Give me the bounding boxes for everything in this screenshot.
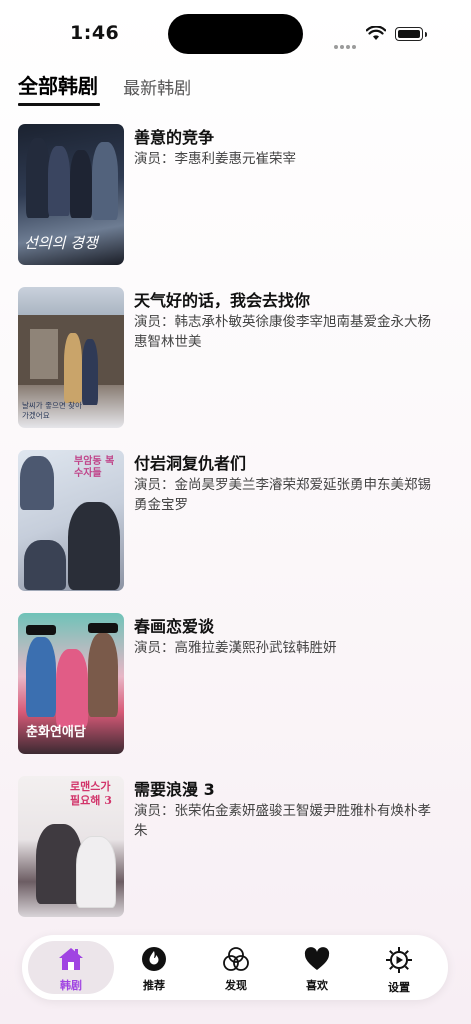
tabbar-label: 发现 bbox=[225, 979, 247, 992]
drama-title: 需要浪漫 3 bbox=[134, 780, 215, 799]
poster-title: 날씨가 좋으면 찾아가겠어요 bbox=[22, 401, 82, 420]
tabbar-label: 喜欢 bbox=[306, 979, 328, 992]
bottom-tab-bar: 韩剧 推荐 发现 喜欢 设置 bbox=[22, 935, 448, 1000]
status-bar: 1:46 bbox=[0, 0, 471, 60]
drama-title: 春画恋爱谈 bbox=[134, 617, 215, 636]
gear-icon bbox=[386, 947, 412, 973]
drama-poster[interactable]: 날씨가 좋으면 찾아가겠어요 bbox=[18, 287, 124, 428]
drama-title: 付岩洞复仇者们 bbox=[134, 454, 247, 473]
tabbar-label: 设置 bbox=[388, 981, 410, 994]
discover-circles-icon bbox=[223, 947, 249, 971]
list-item[interactable]: 부암동 복수자들 付岩洞复仇者们 演员：金尚昊罗美兰李濬荣郑爱延张勇申东美郑锡勇… bbox=[18, 450, 458, 613]
tab-all-dramas[interactable]: 全部韩剧 bbox=[18, 70, 98, 99]
poster-title: 춘화연애담 bbox=[26, 725, 86, 740]
list-item[interactable]: 선의의 경쟁 善意的竞争 演员：李惠利姜惠元崔荣宰 bbox=[18, 124, 458, 287]
battery-icon bbox=[395, 27, 427, 41]
list-item[interactable]: 날씨가 좋으면 찾아가겠어요 天气好的话，我会去找你 演员：韩志承朴敏英徐康俊李… bbox=[18, 287, 458, 450]
tabbar-item-discover[interactable]: 发现 bbox=[193, 941, 279, 994]
drama-poster[interactable]: 로맨스가 필요해 3 bbox=[18, 776, 124, 917]
poster-title: 선의의 경쟁 bbox=[24, 234, 98, 252]
poster-title: 부암동 복수자들 bbox=[74, 456, 115, 479]
tabbar-item-favorites[interactable]: 喜欢 bbox=[274, 941, 360, 994]
tab-latest-dramas[interactable]: 最新韩剧 bbox=[123, 74, 191, 99]
tabbar-item-drama[interactable]: 韩剧 bbox=[28, 941, 114, 994]
list-item[interactable]: 로맨스가 필요해 3 需要浪漫 3 演员：张荣佑金素妍盛骏王智媛尹胜雅朴有焕朴孝… bbox=[18, 776, 458, 939]
drama-poster[interactable]: 부암동 복수자들 bbox=[18, 450, 124, 591]
dynamic-island bbox=[168, 14, 303, 54]
signal-dots-icon bbox=[334, 34, 358, 49]
list-item[interactable]: 춘화연애담 春画恋爱谈 演员：高雅拉姜漢熙孙武铉韩胜妍 bbox=[18, 613, 458, 776]
wifi-icon bbox=[366, 26, 386, 40]
drama-poster[interactable]: 선의의 경쟁 bbox=[18, 124, 124, 265]
poster-title: 로맨스가 필요해 3 bbox=[70, 780, 112, 807]
flame-icon bbox=[142, 947, 166, 971]
drama-poster[interactable]: 춘화연애담 bbox=[18, 613, 124, 754]
tabbar-label: 推荐 bbox=[143, 979, 165, 992]
home-icon bbox=[59, 948, 83, 970]
drama-cast: 演员：韩志承朴敏英徐康俊李宰旭南基爱金永大杨惠智林世美 bbox=[134, 314, 431, 350]
tabbar-item-settings[interactable]: 设置 bbox=[356, 941, 442, 994]
tabbar-label: 韩剧 bbox=[60, 979, 82, 992]
drama-title: 善意的竞争 bbox=[134, 128, 215, 147]
drama-list: 선의의 경쟁 善意的竞争 演员：李惠利姜惠元崔荣宰 날씨가 좋으면 찾아가겠어요… bbox=[18, 124, 458, 939]
top-tabs: 全部韩剧 最新韩剧 bbox=[18, 70, 211, 106]
drama-cast: 演员：高雅拉姜漢熙孙武铉韩胜妍 bbox=[134, 640, 337, 656]
drama-title: 天气好的话，我会去找你 bbox=[134, 291, 311, 310]
active-tab-indicator bbox=[18, 103, 100, 106]
tabbar-item-recommend[interactable]: 推荐 bbox=[111, 941, 197, 994]
drama-cast: 演员：李惠利姜惠元崔荣宰 bbox=[134, 151, 296, 167]
drama-cast: 演员：金尚昊罗美兰李濬荣郑爱延张勇申东美郑锡勇金宝罗 bbox=[134, 477, 431, 513]
status-time: 1:46 bbox=[70, 22, 120, 44]
heart-icon bbox=[304, 947, 330, 970]
drama-cast: 演员：张荣佑金素妍盛骏王智媛尹胜雅朴有焕朴孝朱 bbox=[134, 803, 431, 839]
